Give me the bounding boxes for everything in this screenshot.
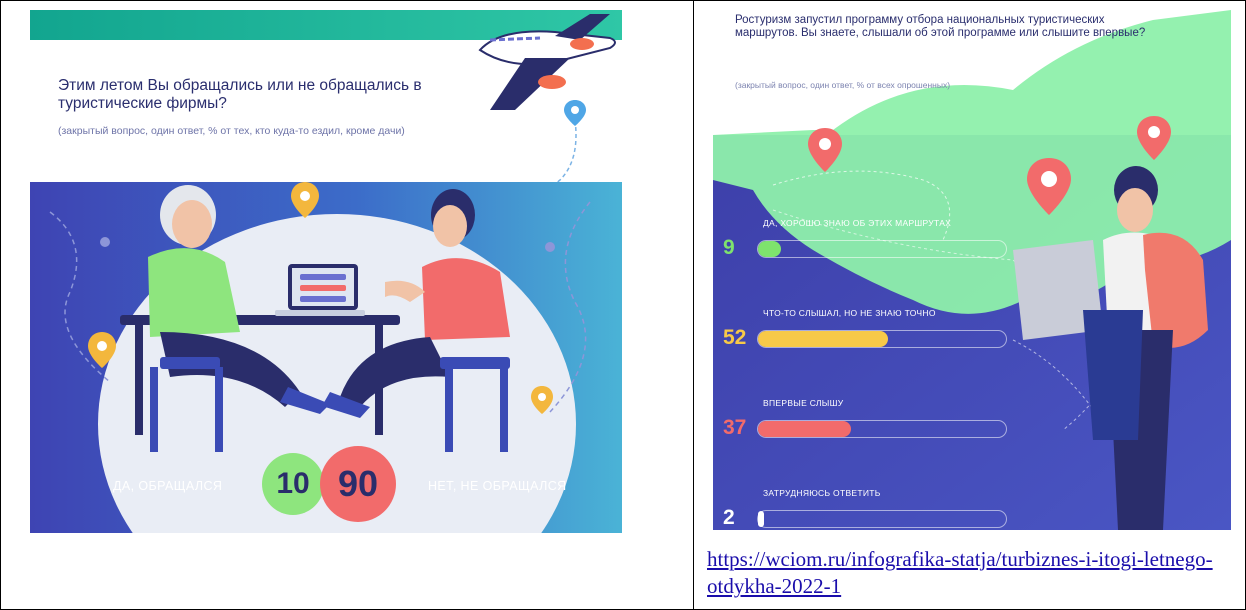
bar-track	[757, 240, 1007, 258]
question-note: (закрытый вопрос, один ответ, % от всех …	[735, 80, 951, 90]
question-note: (закрытый вопрос, один ответ, % от тех, …	[58, 125, 405, 137]
bar-track	[757, 510, 1007, 528]
answer-no-label: НЕТ, НЕ ОБРАЩАЛСЯ	[428, 479, 567, 493]
bar-value: 37	[723, 416, 747, 439]
location-pin-icon	[531, 386, 553, 414]
bar-track	[757, 420, 1007, 438]
yes-value-circle: 10	[262, 453, 324, 515]
bar-label: ВПЕРВЫЕ СЛЫШУ	[763, 398, 844, 408]
bar-value: 2	[723, 506, 735, 529]
right-infographic: Ростуризм запустил программу отбора наци…	[713, 10, 1231, 530]
bar-value: 52	[723, 326, 747, 349]
no-value: 90	[337, 463, 379, 504]
bar-fill	[758, 511, 764, 527]
bar-fill	[758, 331, 888, 347]
location-pin-icon	[291, 182, 319, 218]
no-value-circle: 90	[320, 446, 396, 522]
question-title: Этим летом Вы обращались или не обращали…	[58, 77, 422, 112]
yes-value: 10	[276, 467, 310, 500]
bar-label: ЗАТРУДНЯЮСЬ ОТВЕТИТЬ	[763, 488, 881, 498]
source-link[interactable]: https://wciom.ru/infografika-statja/turb…	[707, 546, 1232, 600]
left-infographic: Этим летом Вы обращались или не обращали…	[30, 10, 622, 533]
answer-yes-label: ДА, ОБРАЩАЛСЯ	[113, 479, 223, 493]
location-pin-icon	[564, 100, 586, 126]
bar-label: ДА, ХОРОШО ЗНАЮ ОБ ЭТИХ МАРШРУТАХ	[763, 218, 952, 228]
question-title: Ростуризм запустил программу отбора наци…	[735, 14, 1146, 39]
bar-fill	[758, 421, 851, 437]
bar-track	[757, 330, 1007, 348]
bar-fill	[758, 241, 781, 257]
bar-label: ЧТО-ТО СЛЫШАЛ, НО НЕ ЗНАЮ ТОЧНО	[763, 308, 936, 318]
bar-value: 9	[723, 236, 735, 259]
location-pin-icon	[88, 332, 116, 368]
